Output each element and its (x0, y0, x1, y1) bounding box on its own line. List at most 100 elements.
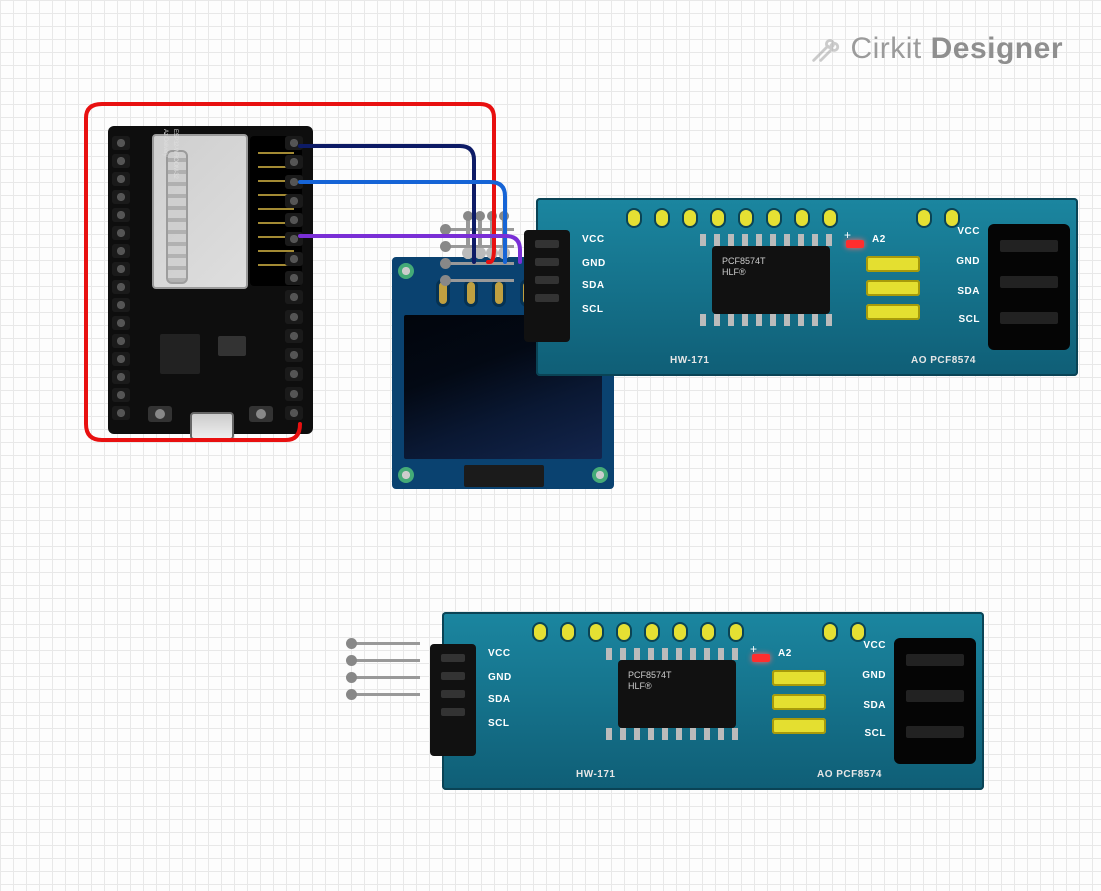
esp32-pin-gnd[interactable] (285, 136, 303, 150)
esp32-pin-vn[interactable] (112, 190, 130, 204)
esp32-pin-g26[interactable] (112, 298, 130, 312)
pcf-label-hw: HW-171 (576, 769, 615, 780)
esp32-pin-g34[interactable] (112, 208, 130, 222)
pcf-label-rgnd: GND (956, 256, 980, 267)
pcf-gpio-int0[interactable] (822, 622, 838, 642)
esp32-pin-g15[interactable] (285, 387, 303, 401)
watermark-icon (808, 32, 842, 66)
esp32-pin-g21[interactable] (285, 232, 303, 246)
esp32-rst-button[interactable] (148, 406, 172, 422)
watermark-text: Cirkit Designer (850, 32, 1063, 66)
pcf-ic-marking: PCF8574T HLF® (628, 670, 672, 692)
esp32-pin-g23[interactable] (285, 155, 303, 169)
esp32-pin-g27[interactable] (112, 316, 130, 330)
esp32-pin-5v[interactable] (285, 406, 303, 420)
esp32-pin-g12[interactable] (112, 352, 130, 366)
pcf-pin-vcc[interactable] (446, 228, 514, 231)
pcf-pin-sda[interactable] (446, 262, 514, 265)
pcf-gpio-p0[interactable] (532, 622, 548, 642)
esp32-shield-brand: Az-Delivery (162, 129, 168, 156)
esp32-pin-g32[interactable] (112, 244, 130, 258)
esp32-pin-g25[interactable] (112, 280, 130, 294)
pcf-pin-gnd[interactable] (446, 245, 514, 248)
esp32-pin-3v3[interactable] (112, 136, 130, 150)
component-pcf8574-2[interactable]: PCF8574T HLF® + VCC GND SDA SCL VCC GND … (442, 612, 984, 790)
pcf-gpio-int0[interactable] (916, 208, 932, 228)
esp32-pin-g5[interactable] (285, 290, 303, 304)
pcf-left-header (430, 644, 476, 756)
esp32-pin-g16[interactable] (285, 329, 303, 343)
pcf-label-gnd: GND (582, 258, 606, 269)
esp32-pin-g18[interactable] (285, 271, 303, 285)
pcf-gpio-p3[interactable] (710, 208, 726, 228)
pcf-gpio-row-right (822, 622, 866, 642)
oled-pin-pads (436, 279, 534, 307)
pcf-label-model: AO PCF8574 (817, 769, 882, 780)
pcf-label-a2: A2 (872, 234, 886, 245)
pcf-label-rgnd: GND (862, 670, 886, 681)
esp32-pin-g17[interactable] (285, 310, 303, 324)
esp32-pinrow-right (285, 136, 309, 420)
pcf-label-a2: A2 (778, 648, 792, 659)
pcf-gpio-int1[interactable] (944, 208, 960, 228)
esp32-pin-rx0[interactable] (285, 213, 303, 227)
pcf-gpio-p2[interactable] (682, 208, 698, 228)
pcf-gpio-p7[interactable] (822, 208, 838, 228)
pcf-plus-silk: + (844, 228, 851, 242)
pcf-gpio-p5[interactable] (672, 622, 688, 642)
pcf-gpio-p6[interactable] (794, 208, 810, 228)
pcf-gpio-p7[interactable] (728, 622, 744, 642)
pcf-pin-gnd[interactable] (352, 659, 420, 662)
circuit-canvas[interactable]: Cirkit Designer Az-Delivery ESP32-WROOM-… (0, 0, 1101, 891)
pcf-label-vcc: VCC (582, 234, 605, 245)
pcf-gpio-row-right (916, 208, 960, 228)
pcf-gpio-p2[interactable] (588, 622, 604, 642)
pcf-addr-jumpers[interactable] (772, 670, 826, 734)
pcf-label-gnd: GND (488, 672, 512, 683)
esp32-pin-tx0[interactable] (285, 194, 303, 208)
pcf-label-sda: SDA (582, 280, 605, 291)
esp32-metal-shield (152, 134, 248, 289)
pcf-gpio-p6[interactable] (700, 622, 716, 642)
watermark: Cirkit Designer (808, 32, 1063, 66)
esp32-pin-vin[interactable] (112, 406, 130, 420)
esp32-pinrow-left (112, 136, 136, 420)
pcf-pin-scl[interactable] (352, 693, 420, 696)
esp32-pin-g2[interactable] (285, 367, 303, 381)
esp32-pin-vp[interactable] (112, 172, 130, 186)
esp32-pin-g14[interactable] (112, 334, 130, 348)
esp32-pin-g22[interactable] (285, 175, 303, 189)
pcf-gpio-p1[interactable] (560, 622, 576, 642)
pcf-gpio-int1[interactable] (850, 622, 866, 642)
component-pcf8574-1[interactable]: PCF8574T HLF® + VCC GND SDA SCL VCC GND … (536, 198, 1078, 376)
pcf-addr-jumpers[interactable] (866, 256, 920, 320)
pcf-label-rsda: SDA (863, 700, 886, 711)
mounting-hole-icon (398, 467, 414, 483)
esp32-pin-gnd[interactable] (112, 388, 130, 402)
esp32-pin-g33[interactable] (112, 262, 130, 276)
pcf-gpio-p4[interactable] (738, 208, 754, 228)
esp32-regulator (218, 336, 246, 356)
component-esp32[interactable]: Az-Delivery ESP32-WROOM-32 (108, 126, 313, 434)
esp32-boot-button[interactable] (249, 406, 273, 422)
esp32-pin-g13[interactable] (112, 370, 130, 384)
esp32-pin-g19[interactable] (285, 252, 303, 266)
pcf-label-rscl: SCL (865, 728, 887, 739)
esp32-pin-g35[interactable] (112, 226, 130, 240)
pcf-gpio-p0[interactable] (626, 208, 642, 228)
pcf-right-header[interactable] (894, 638, 976, 764)
pcf-label-hw: HW-171 (670, 355, 709, 366)
pcf-gpio-p3[interactable] (616, 622, 632, 642)
pcf-ic-marking: PCF8574T HLF® (722, 256, 766, 278)
esp32-pin-g4[interactable] (285, 348, 303, 362)
pcf-gpio-p4[interactable] (644, 622, 660, 642)
pcf-left-header (524, 230, 570, 342)
pcf-right-header[interactable] (988, 224, 1070, 350)
pcf-pin-scl[interactable] (446, 279, 514, 282)
pcf-gpio-p1[interactable] (654, 208, 670, 228)
pcf-pin-vcc[interactable] (352, 642, 420, 645)
esp32-pin-en[interactable] (112, 154, 130, 168)
pcf-pin-sda[interactable] (352, 676, 420, 679)
mounting-hole-icon (398, 263, 414, 279)
pcf-gpio-p5[interactable] (766, 208, 782, 228)
